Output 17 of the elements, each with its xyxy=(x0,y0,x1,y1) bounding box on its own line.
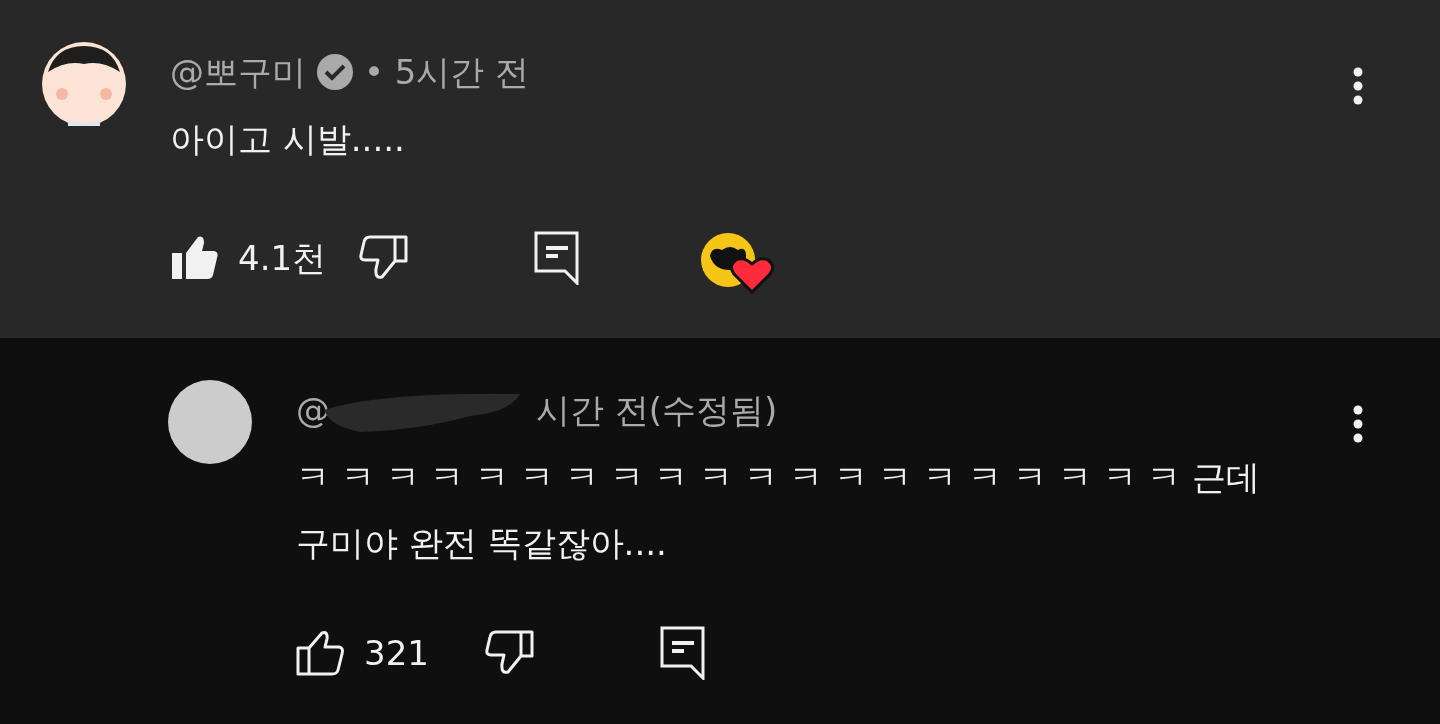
author-handle[interactable]: @뽀구미 xyxy=(170,46,306,98)
thumbs-up-icon[interactable] xyxy=(296,630,346,676)
thumbs-down-icon[interactable] xyxy=(358,235,408,281)
thumbs-down-icon[interactable] xyxy=(484,630,534,676)
like-count: 4.1천 xyxy=(238,236,328,280)
reply-icon[interactable] xyxy=(534,231,580,285)
like-count: 321 xyxy=(364,631,430,675)
comment-text: 아이고 시발..... xyxy=(170,118,406,161)
thumbs-up-icon[interactable] xyxy=(170,235,220,281)
more-options-icon[interactable] xyxy=(1352,404,1364,444)
timestamp: 시간 전(수정됨) xyxy=(536,388,778,432)
more-options-icon[interactable] xyxy=(1352,66,1364,106)
comment-text: ㅋ ㅋ ㅋ ㅋ ㅋ ㅋ ㅋ ㅋ ㅋ ㅋ ㅋ ㅋ ㅋ ㅋ ㅋ ㅋ ㅋ ㅋ ㅋ ㅋ 근데 구미야 완전 똑같잖아.... xyxy=(296,456,1262,565)
timestamp: • 5시간 전 xyxy=(364,50,530,94)
author-handle[interactable]: @ xyxy=(296,384,330,436)
reply-icon[interactable] xyxy=(660,626,706,680)
cartoon-avatar[interactable] xyxy=(42,42,126,126)
